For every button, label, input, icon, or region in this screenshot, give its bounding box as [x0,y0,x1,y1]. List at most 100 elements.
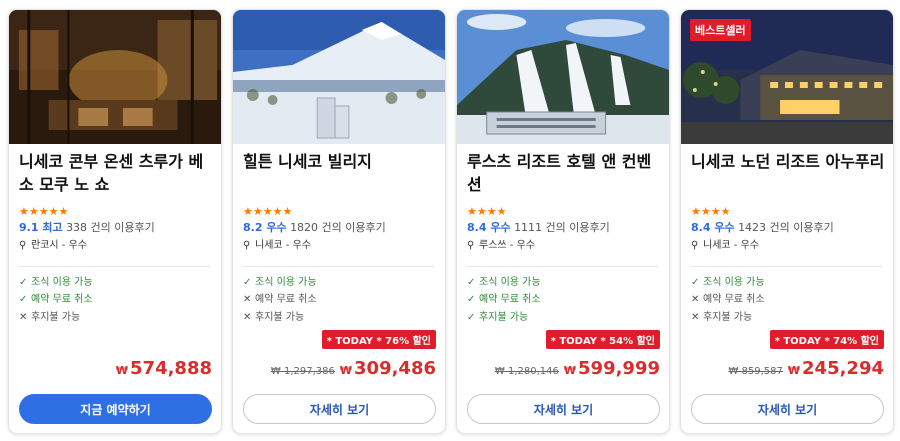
hotel-photo[interactable]: 베스트셀러 [681,10,893,144]
amenity-label: 후지불 가능 [255,312,305,323]
original-price: ₩ 1,280,146 [494,366,559,377]
discount-badge: * TODAY * 54% 할인 [545,330,660,349]
amenity-pay-later: ✕ 후지불 가능 [19,311,80,325]
amenity-pay-later: ✓ 후지불 가능 [467,311,528,325]
view-details-button[interactable]: 자세히 보기 [467,394,660,424]
bestseller-badge: 베스트셀러 [690,19,751,41]
map-pin-icon: ⚲ [467,240,475,251]
amenity-free-cancel: ✓ 예약 무료 취소 [467,293,541,307]
review-count: 338 건의 이용후기 [66,221,155,234]
amenity-free-cancel: ✕ 예약 무료 취소 [243,293,317,307]
score-label: 8.2 우수 [243,221,287,234]
check-icon: ✓ [243,277,252,288]
amenity-label: 후지불 가능 [479,312,529,323]
price-block: ₩ 859,587 ₩245,294 [728,358,884,379]
check-icon: ✓ [691,277,700,288]
original-price: ₩ 1,297,386 [270,366,335,377]
amenity-breakfast: ✓ 조식 이용 가능 [467,276,541,290]
currency-symbol: ₩ [339,364,353,377]
price-block: ₩ 1,297,386 ₩309,486 [271,358,436,379]
cross-icon: ✕ [19,312,28,323]
hotel-name[interactable]: 니세코 노던 리조트 아누푸리 [691,150,885,173]
amenity-label: 예약 무료 취소 [255,294,317,305]
price-block: ₩574,888 [116,358,212,379]
location-label: 니세코 - 우수 [703,240,759,251]
star-rating-icon: ★★★★ [691,205,731,218]
current-price: ₩574,888 [116,358,212,379]
divider [243,266,435,267]
location-label: 란코시 - 우수 [31,240,87,251]
current-price: ₩309,486 [340,358,436,379]
check-icon: ✓ [467,294,476,305]
star-rating-icon: ★★★★★ [19,205,69,218]
check-icon: ✓ [19,277,28,288]
cross-icon: ✕ [691,294,700,305]
check-icon: ✓ [19,294,28,305]
original-price: ₩ 859,587 [728,366,783,377]
map-pin-icon: ⚲ [19,240,27,251]
divider [691,266,883,267]
amenity-pay-later: ✕ 후지불 가능 [691,311,752,325]
amenity-breakfast: ✓ 조식 이용 가능 [691,276,765,290]
amenity-pay-later: ✕ 후지불 가능 [243,311,304,325]
score-label: 8.4 우수 [691,221,735,234]
hotel-name[interactable]: 루스츠 리조트 호텔 앤 컨벤션 [467,150,661,196]
current-price: ₩599,999 [564,358,660,379]
divider [467,266,659,267]
price-value: 599,999 [578,358,660,379]
price-value: 574,888 [130,358,212,379]
amenity-label: 예약 무료 취소 [703,294,765,305]
review-count: 1820 건의 이용후기 [290,221,386,234]
map-pin-icon: ⚲ [691,240,699,251]
amenity-breakfast: ✓ 조식 이용 가능 [19,276,93,290]
currency-symbol: ₩ [115,364,129,377]
view-details-button[interactable]: 자세히 보기 [243,394,436,424]
hotel-location: ⚲ 니세코 - 우수 [691,239,759,253]
hotel-name[interactable]: 힐튼 니세코 빌리지 [243,150,437,173]
score-label: 8.4 우수 [467,221,511,234]
view-details-button[interactable]: 자세히 보기 [691,394,884,424]
discount-badge: * TODAY * 74% 할인 [769,330,884,349]
amenity-label: 예약 무료 취소 [479,294,541,305]
review-count: 1423 건의 이용후기 [738,221,834,234]
book-now-button[interactable]: 지금 예약하기 [19,394,212,424]
score-label: 9.1 최고 [19,221,63,234]
price-block: ₩ 1,280,146 ₩599,999 [495,358,660,379]
hotel-location: ⚲ 루스쓰 - 우수 [467,239,535,253]
location-label: 루스쓰 - 우수 [479,240,535,251]
amenity-label: 조식 이용 가능 [255,277,317,288]
map-pin-icon: ⚲ [243,240,251,251]
review-score: 8.4 우수 1423 건의 이용후기 [691,221,834,235]
review-count: 1111 건의 이용후기 [514,221,610,234]
amenity-label: 조식 이용 가능 [31,277,93,288]
review-score: 8.4 우수 1111 건의 이용후기 [467,221,610,235]
check-icon: ✓ [467,312,476,323]
amenity-label: 후지불 가능 [703,312,753,323]
hotel-card[interactable]: 니세코 콘부 온센 츠루가 베소 모쿠 노 쇼 ★★★★★ 9.1 최고 338… [8,9,222,434]
discount-badge: * TODAY * 76% 할인 [321,330,436,349]
cross-icon: ✕ [243,294,252,305]
amenity-free-cancel: ✕ 예약 무료 취소 [691,293,765,307]
review-score: 9.1 최고 338 건의 이용후기 [19,221,155,235]
hotel-card[interactable]: 베스트셀러 니세코 노던 리조트 아누푸리 ★★★★ 8.4 우수 1423 건… [680,9,894,434]
amenity-label: 조식 이용 가능 [703,277,765,288]
divider [19,266,211,267]
price-value: 309,486 [354,358,436,379]
amenity-label: 후지불 가능 [31,312,81,323]
star-rating-icon: ★★★★ [467,205,507,218]
currency-symbol: ₩ [563,364,577,377]
current-price: ₩245,294 [788,358,884,379]
hotel-photo[interactable] [9,10,221,144]
currency-symbol: ₩ [787,364,801,377]
hotel-photo[interactable] [457,10,669,144]
amenity-label: 예약 무료 취소 [31,294,93,305]
hotel-photo[interactable] [233,10,445,144]
amenity-breakfast: ✓ 조식 이용 가능 [243,276,317,290]
location-label: 니세코 - 우수 [255,240,311,251]
hotel-name[interactable]: 니세코 콘부 온센 츠루가 베소 모쿠 노 쇼 [19,150,213,196]
hotel-card[interactable]: 힐튼 니세코 빌리지 ★★★★★ 8.2 우수 1820 건의 이용후기 ⚲ 니세… [232,9,446,434]
amenity-free-cancel: ✓ 예약 무료 취소 [19,293,93,307]
hotel-card[interactable]: 루스츠 리조트 호텔 앤 컨벤션 ★★★★ 8.4 우수 1111 건의 이용후… [456,9,670,434]
check-icon: ✓ [467,277,476,288]
cross-icon: ✕ [691,312,700,323]
